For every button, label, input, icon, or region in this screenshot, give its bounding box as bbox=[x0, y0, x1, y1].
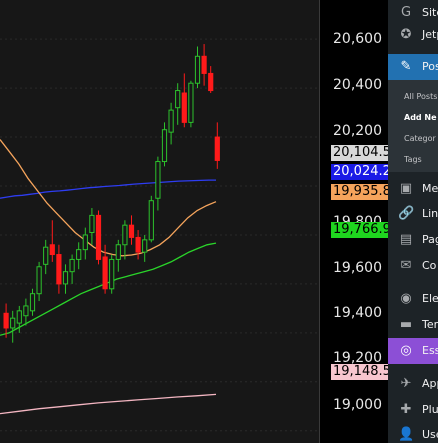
candle-body bbox=[175, 90, 181, 109]
menu-essential[interactable]: ◎ Ess bbox=[388, 338, 438, 364]
menu-posts[interactable]: ✎ Pos bbox=[388, 54, 438, 80]
price-tick-label: 20,200 bbox=[333, 123, 382, 139]
candle-body bbox=[69, 258, 75, 273]
menu-templates[interactable]: ▬Tem bbox=[388, 312, 438, 338]
candle-body bbox=[76, 249, 82, 260]
submenu-tags[interactable]: Tags bbox=[404, 155, 422, 164]
candle-body bbox=[23, 305, 29, 317]
blue-ma-line bbox=[0, 179, 216, 199]
posts-submenu: All Posts Add Ne Categor Tags bbox=[388, 80, 438, 172]
orange-ma-tag: 19,935.8 bbox=[331, 184, 388, 200]
candle-body bbox=[43, 246, 49, 265]
candle-body bbox=[214, 136, 220, 161]
candle-body bbox=[168, 109, 174, 133]
candle-body bbox=[16, 310, 22, 324]
price-tick-label: 20,400 bbox=[333, 77, 382, 93]
brush-icon: ✈ bbox=[400, 376, 412, 391]
link-icon: 🔗 bbox=[398, 206, 415, 221]
candle-body bbox=[3, 312, 9, 329]
candle-body bbox=[181, 92, 187, 123]
menu-pages[interactable]: ▤Pag bbox=[388, 227, 438, 253]
menu-media[interactable]: ▣ Me bbox=[388, 176, 438, 202]
wp-admin-sidebar: GSite ✪Jetp ✎Pos All Posts Add Ne Catego… bbox=[388, 0, 438, 443]
candle-body bbox=[82, 234, 88, 251]
submenu-all-posts[interactable]: All Posts bbox=[404, 92, 437, 101]
price-tick-label: 19,400 bbox=[333, 305, 382, 321]
pink-ma-line bbox=[0, 393, 217, 415]
elementor-icon: ◉ bbox=[400, 291, 412, 306]
pink-ma-tag: 19,148.5 bbox=[331, 364, 388, 380]
candle-body bbox=[102, 256, 108, 290]
submenu-categories[interactable]: Categor bbox=[404, 134, 436, 143]
candle-body bbox=[128, 224, 135, 238]
candle-body bbox=[155, 161, 161, 199]
media-icon: ▣ bbox=[399, 181, 413, 196]
menu-jetpack[interactable]: ✪Jetp bbox=[388, 22, 438, 48]
candle-body bbox=[49, 244, 55, 256]
menu-comments[interactable]: ✉ Co bbox=[388, 253, 438, 279]
candle-body bbox=[194, 55, 201, 84]
candle-body bbox=[95, 214, 102, 260]
price-tick-label: 20,600 bbox=[333, 31, 382, 47]
candle-body bbox=[10, 317, 16, 329]
candle-body bbox=[115, 244, 121, 260]
candle-body bbox=[201, 55, 207, 74]
candle-body bbox=[161, 129, 168, 163]
comment-icon: ✉ bbox=[400, 258, 412, 273]
menu-links[interactable]: 🔗Link bbox=[388, 201, 438, 227]
candle-body bbox=[89, 214, 95, 234]
blue-ma-tag: 20,024.2 bbox=[331, 164, 388, 180]
page-icon: ▤ bbox=[399, 232, 413, 247]
menu-plugins[interactable]: ✚ Plu bbox=[388, 397, 438, 423]
candle-body bbox=[56, 254, 62, 285]
green-ma-tag: 19,766.9 bbox=[331, 222, 388, 238]
candle-body bbox=[29, 293, 36, 312]
candle-body bbox=[135, 236, 141, 253]
price-chart[interactable] bbox=[0, 0, 320, 443]
essential-addons-icon: ◎ bbox=[400, 343, 412, 358]
google-icon: G bbox=[400, 5, 412, 20]
submenu-add-new[interactable]: Add Ne bbox=[404, 113, 437, 122]
orange-ma-line bbox=[0, 139, 217, 257]
menu-elementor[interactable]: ◉ Ele bbox=[388, 286, 438, 312]
jetpack-icon: ✪ bbox=[400, 27, 412, 42]
pin-icon: ✎ bbox=[400, 59, 412, 74]
candle-body bbox=[109, 258, 115, 290]
user-icon: 👤 bbox=[398, 427, 415, 442]
candle-body bbox=[62, 271, 69, 285]
price-axis[interactable]: 20,600 20,400 20,200 19,800 19,600 19,40… bbox=[320, 0, 388, 443]
candle-body bbox=[208, 72, 214, 92]
menu-users[interactable]: 👤Use bbox=[388, 422, 438, 443]
price-tick-label: 19,000 bbox=[333, 397, 382, 413]
candle-body bbox=[188, 82, 194, 123]
price-tick-label: 19,600 bbox=[333, 260, 382, 276]
plugin-icon: ✚ bbox=[400, 402, 412, 417]
folder-icon: ▬ bbox=[399, 317, 413, 332]
candle-body bbox=[148, 200, 154, 241]
candle-body bbox=[36, 266, 42, 295]
menu-appearance[interactable]: ✈App bbox=[388, 371, 438, 397]
chart-canvas[interactable] bbox=[0, 0, 320, 443]
candle-body bbox=[142, 239, 148, 253]
candle-body bbox=[122, 224, 128, 246]
last-price-tag: 20,104.5 bbox=[331, 145, 388, 161]
